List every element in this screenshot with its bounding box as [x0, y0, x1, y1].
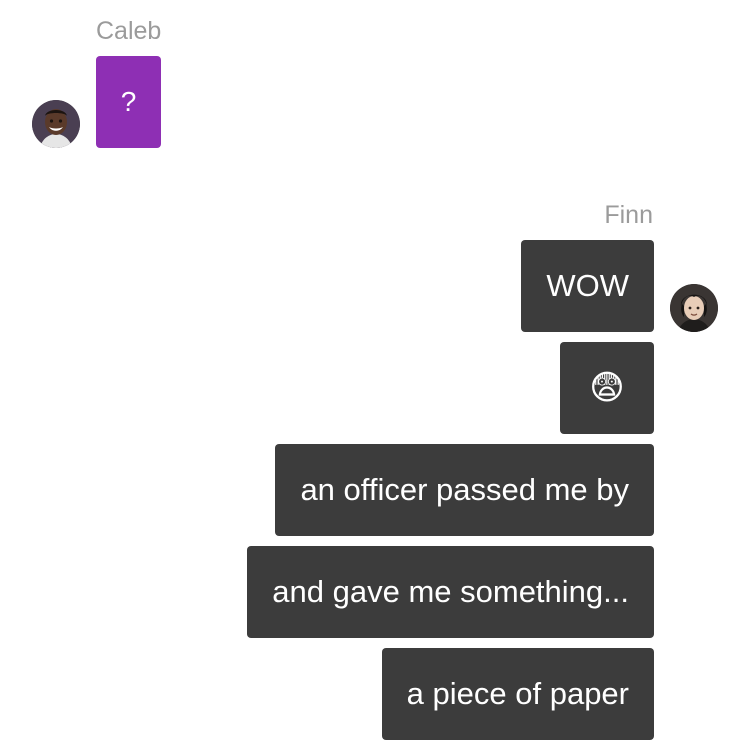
avatar-finn-portrait-icon — [670, 284, 718, 332]
message-bubble-outgoing[interactable]: and gave me something... — [247, 546, 654, 638]
avatar-finn[interactable] — [670, 284, 718, 332]
message-bubble-outgoing[interactable]: an officer passed me by — [275, 444, 654, 536]
message-bubble-outgoing-emoji[interactable]: 😨 — [560, 342, 654, 434]
sender-name-finn: Finn — [604, 201, 653, 229]
avatar-caleb-portrait-icon — [32, 100, 80, 148]
avatar-caleb[interactable] — [32, 100, 80, 148]
chat-thread: Caleb ? Finn WOW 😨 an officer passed me — [0, 0, 750, 748]
message-bubble-outgoing[interactable]: WOW — [521, 240, 654, 332]
message-bubble-incoming[interactable]: ? — [96, 56, 161, 148]
sender-name-caleb: Caleb — [96, 17, 162, 45]
message-bubble-outgoing[interactable]: a piece of paper — [381, 648, 654, 740]
